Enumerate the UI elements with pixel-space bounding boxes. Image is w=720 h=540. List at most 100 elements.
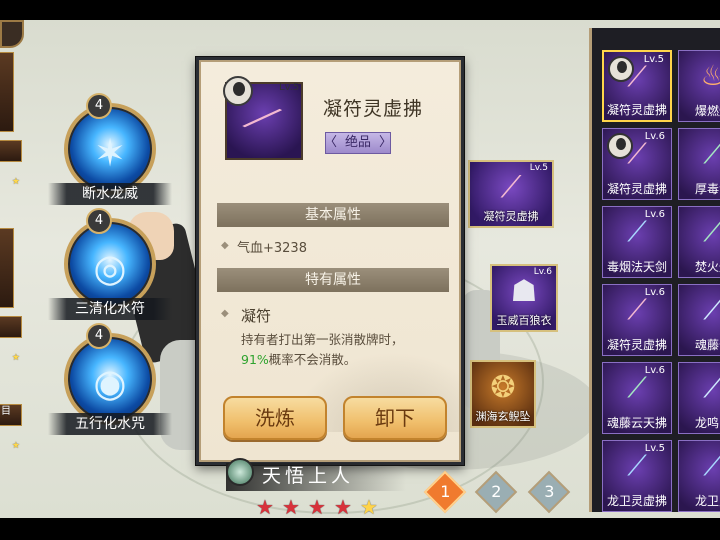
- left-card[interactable]: [0, 52, 14, 132]
- page-tab-label: 1: [440, 482, 451, 502]
- inventory-slot[interactable]: ⟋ Lv.6 魂藤云天拂: [602, 362, 672, 434]
- whisk-icon: ⟋: [627, 371, 647, 404]
- page-tab-label: 3: [544, 482, 555, 502]
- whisk-icon: ⟋: [627, 449, 647, 482]
- star-icon: ★: [360, 495, 378, 519]
- sword-icon: ⟋: [627, 215, 647, 248]
- whisk-icon: ⟋: [703, 449, 720, 482]
- lightning-spirit-icon: ✶: [94, 131, 126, 175]
- owner-avatar: [608, 56, 634, 82]
- star-icon: ★: [334, 495, 352, 519]
- inventory-slot[interactable]: ⟋ 龙卫灵: [678, 440, 720, 512]
- item-name: 魂藤云: [694, 338, 720, 352]
- item-level: Lv.5: [643, 54, 664, 65]
- inventory-slot[interactable]: ⟋ 焚火灼: [678, 206, 720, 278]
- robe-icon: ☗: [510, 274, 538, 309]
- item-name: 凝符灵虚拂: [323, 98, 424, 120]
- skill-orb[interactable]: ◎: [64, 218, 156, 310]
- item-name: 凝符灵虚拂: [606, 103, 667, 117]
- item-name: 凝符灵虚拂: [606, 338, 667, 352]
- hero-name: 天悟上人: [262, 465, 355, 487]
- basic-attr-value: 气血+3238: [237, 241, 307, 256]
- feature-title: 凝符: [241, 307, 272, 325]
- grade-tag: 绝品: [324, 132, 392, 154]
- diamond-bullet-icon: ◆: [221, 240, 229, 251]
- item-name: 渊海玄鲵坠: [475, 410, 531, 423]
- item-level: Lv.5: [529, 163, 548, 173]
- skill-orb[interactable]: ✶: [64, 103, 156, 195]
- item-level: Lv.6: [644, 365, 665, 376]
- skill-name: 断水龙威: [48, 183, 172, 205]
- skill-level-badge: 4: [86, 323, 112, 349]
- item-level: Lv.6: [644, 131, 665, 142]
- diamond-bullet-icon: ◆: [221, 308, 229, 319]
- equipped-item-armor[interactable]: ☗ Lv.6 玉威百狼衣: [490, 264, 558, 332]
- item-level: Lv.6: [644, 287, 665, 298]
- item-name: 玉威百狼衣: [496, 314, 552, 327]
- inventory-slot[interactable]: ⟋ Lv.6 凝符灵虚拂: [602, 128, 672, 200]
- left-card[interactable]: [0, 316, 22, 369]
- item-name: 爆燃焰: [694, 104, 720, 118]
- water-orb-icon: ◉: [93, 361, 127, 405]
- item-level: Lv.5: [644, 443, 665, 454]
- left-card-label: 目: [1, 406, 11, 417]
- star-icon: ★: [308, 495, 326, 519]
- pendant-icon: ❂: [490, 370, 516, 405]
- inventory-slot[interactable]: ⟋ Lv.5 龙卫灵虚拂: [602, 440, 672, 512]
- inventory-panel[interactable]: ⟋ Lv.5 凝符灵虚拂 ♨ 爆燃焰 ⟋ Lv.6 凝符灵虚拂 ⟋ 厚毒法 ⟋ …: [589, 28, 720, 512]
- item-name: 龙卫灵: [694, 494, 720, 508]
- basic-attr-header: 基本属性: [217, 203, 449, 227]
- item-name: 毒烟法天剑: [606, 260, 667, 274]
- item-level: Lv.5: [279, 82, 300, 93]
- skill-name: 三清化水符: [48, 298, 172, 320]
- sword-icon: ⟋: [703, 137, 720, 170]
- owner-avatar: [607, 133, 633, 159]
- equipped-item-weapon[interactable]: ⟋ Lv.5 凝符灵虚拂: [468, 160, 554, 228]
- skill-level-badge: 4: [86, 208, 112, 234]
- popup-panel: ⟋ Lv.5 凝符灵虚拂 绝品 基本属性 ◆ 气血+3238 特有属性 ◆ 凝符…: [199, 60, 461, 462]
- refine-button[interactable]: 洗炼: [223, 396, 327, 440]
- element-icon: [226, 458, 254, 486]
- inventory-slot[interactable]: ⟋ 魂藤云: [678, 284, 720, 356]
- item-level: Lv.6: [644, 209, 665, 220]
- sword-icon: ⟋: [703, 371, 720, 404]
- left-card-strip[interactable]: 目: [0, 52, 22, 498]
- inventory-slot[interactable]: ⟋ 厚毒法: [678, 128, 720, 200]
- sword-icon: ⟋: [703, 293, 720, 326]
- left-card[interactable]: 目: [0, 404, 22, 457]
- item-name: 龙鸣断: [694, 416, 720, 430]
- item-name: 厚毒法: [694, 182, 720, 196]
- item-level: Lv.6: [533, 267, 552, 277]
- inventory-slot[interactable]: ⟋ Lv.6 凝符灵虚拂: [602, 284, 672, 356]
- item-name: 凝符灵虚拂: [606, 182, 667, 196]
- feature-percent: 91%: [241, 352, 269, 367]
- whisk-icon: ⟋: [500, 170, 522, 205]
- star-icon: ★: [256, 495, 274, 519]
- item-name: 焚火灼: [694, 260, 720, 274]
- inventory-slot[interactable]: ⟋ 龙鸣断: [678, 362, 720, 434]
- star-icon: ★: [282, 495, 300, 519]
- special-attr-header: 特有属性: [217, 268, 449, 292]
- skill-name: 五行化水咒: [48, 413, 172, 435]
- owner-avatar: [223, 76, 253, 106]
- hero-star-rating: ★ ★ ★ ★ ★: [254, 496, 384, 518]
- inventory-slot[interactable]: ⟋ Lv.6 毒烟法天剑: [602, 206, 672, 278]
- item-detail-popup: ⟋ Lv.5 凝符灵虚拂 绝品 基本属性 ◆ 气血+3238 特有属性 ◆ 凝符…: [196, 57, 464, 465]
- sword-icon: ⟋: [703, 215, 720, 248]
- item-name: 龙卫灵虚拂: [606, 494, 667, 508]
- item-name: 凝符灵虚拂: [483, 210, 539, 223]
- feature-desc-prefix: 持有者打出第一张消散牌时，: [241, 332, 404, 347]
- left-card[interactable]: [0, 228, 14, 308]
- flame-icon: ♨: [700, 59, 720, 92]
- item-name: 魂藤云天拂: [606, 416, 667, 430]
- whisk-icon: ⟋: [627, 293, 647, 326]
- left-card[interactable]: [0, 140, 22, 193]
- skill-orb[interactable]: ◉: [64, 333, 156, 425]
- page-tab-label: 2: [491, 482, 502, 502]
- inventory-slot[interactable]: ♨ 爆燃焰: [678, 50, 720, 122]
- unequip-button[interactable]: 卸下: [343, 396, 447, 440]
- equipped-item-pendant[interactable]: ❂ 渊海玄鲵坠: [470, 360, 536, 428]
- skill-level-badge: 4: [86, 93, 112, 119]
- inventory-slot[interactable]: ⟋ Lv.5 凝符灵虚拂: [602, 50, 672, 122]
- water-swirl-icon: ◎: [93, 246, 127, 290]
